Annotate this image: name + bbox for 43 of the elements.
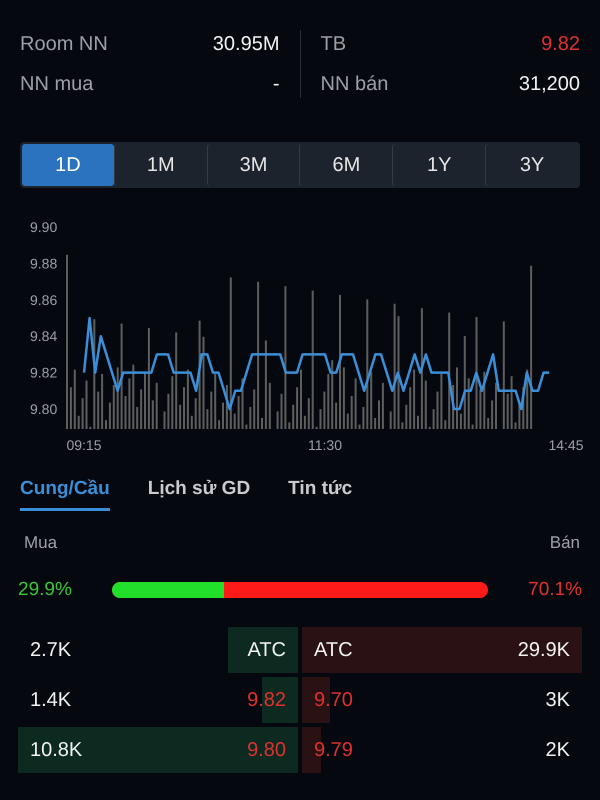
period-tab[interactable]: 1D — [22, 144, 114, 186]
x-axis-label: 14:45 — [548, 437, 584, 453]
stat-label: NN mua — [20, 72, 94, 97]
stat-value: 9.82 — [541, 32, 580, 57]
period-tab[interactable]: 3M — [206, 144, 300, 186]
section-tab[interactable]: Cung/Cầu — [20, 474, 110, 511]
section-tab[interactable]: Lịch sử GD — [148, 474, 250, 511]
ask-price: ATC — [314, 638, 353, 662]
bid-volume: 1.4K — [30, 688, 72, 712]
sell-label: Bán — [550, 533, 580, 553]
section-tab[interactable]: Tin tức — [288, 474, 352, 511]
ask-volume: 3K — [546, 688, 570, 712]
y-axis-label: 9.90 — [30, 219, 58, 235]
ask-price: 9.70 — [314, 688, 353, 712]
x-axis-label: 11:30 — [308, 437, 342, 453]
y-axis-label: 9.88 — [30, 255, 58, 272]
stat-value: - — [272, 72, 280, 97]
period-tab[interactable]: 1Y — [392, 144, 486, 186]
stat-value: 30.95M — [212, 32, 280, 57]
y-axis-label: 9.86 — [30, 292, 58, 308]
period-tab[interactable]: 6M — [299, 144, 392, 186]
bid-volume: 10.8K — [30, 738, 82, 762]
ask-volume: 29.9K — [518, 638, 570, 662]
stat-label: NN bán — [320, 72, 388, 97]
x-axis-label: 09:15 — [66, 437, 102, 453]
stat-label: Room NN — [20, 32, 108, 57]
ask-price: 9.79 — [314, 738, 353, 762]
stat-label: TB — [320, 32, 346, 57]
stat-value: 31,200 — [518, 72, 580, 97]
ask-volume: 2K — [546, 738, 570, 762]
period-tab[interactable]: 1M — [114, 144, 207, 186]
y-axis-label: 9.82 — [30, 364, 58, 381]
buy-percent: 29.9% — [18, 579, 73, 601]
sell-percent: 70.1% — [527, 579, 582, 601]
bid-price: 9.80 — [247, 738, 286, 762]
y-axis-label: 9.80 — [30, 401, 58, 417]
y-axis-label: 9.84 — [30, 328, 58, 344]
period-tab[interactable]: 3Y — [485, 144, 578, 186]
bid-price: 9.82 — [247, 688, 286, 712]
bid-volume: 2.7K — [30, 638, 72, 662]
buy-label: Mua — [24, 533, 58, 553]
bid-price: ATC — [247, 638, 286, 662]
bid-depth-bar — [228, 627, 298, 673]
